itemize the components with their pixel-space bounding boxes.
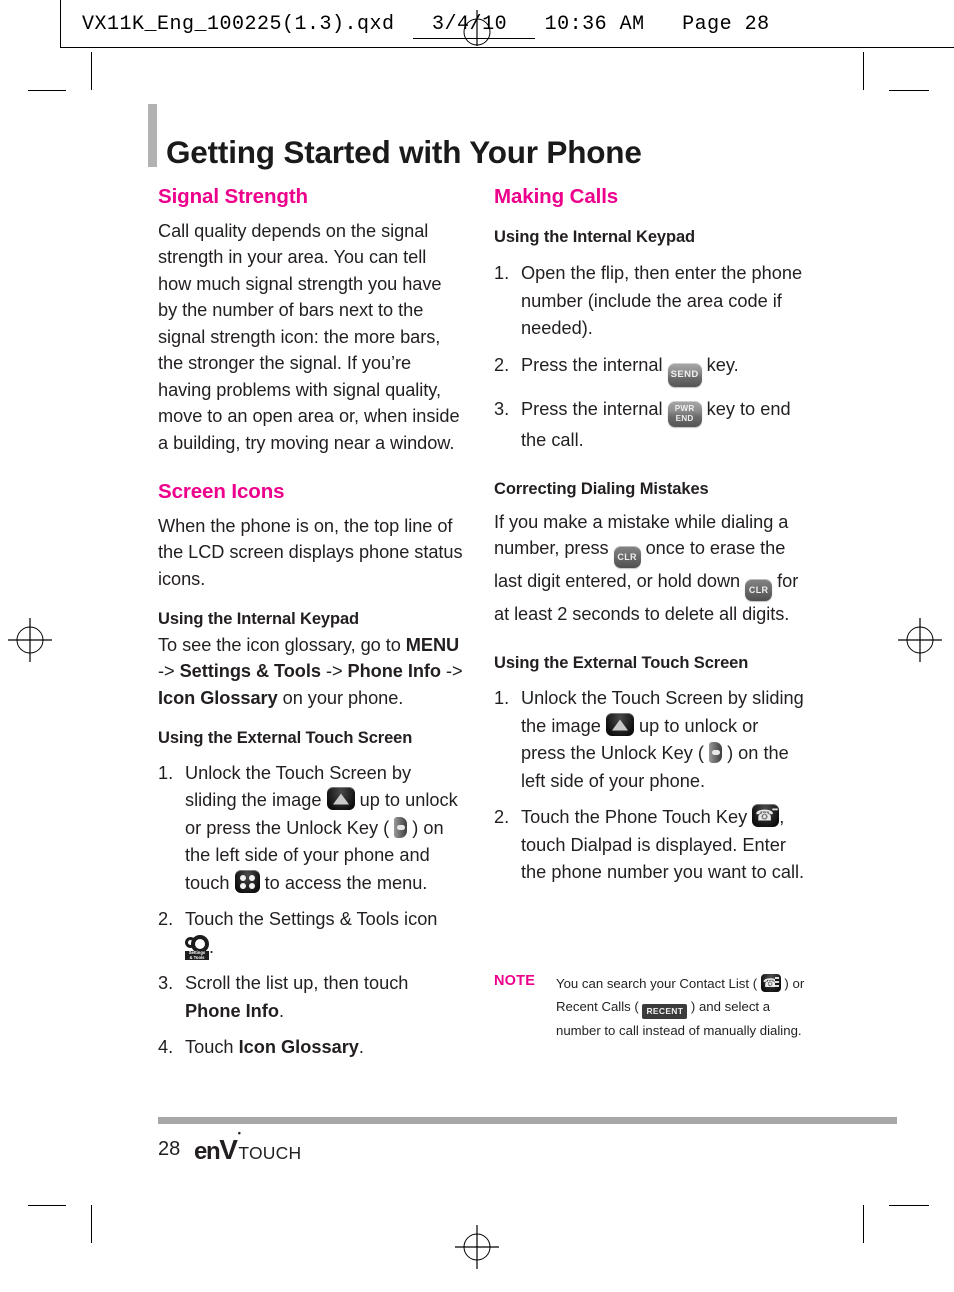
phone-touch-key-icon	[752, 804, 780, 828]
step-bold-phone-info: Phone Info	[185, 1000, 279, 1021]
list-item: 1. Unlock the Touch Screen by sliding the…	[158, 760, 463, 898]
unlock-slider-icon	[605, 712, 634, 736]
internal-keypad-path-text: To see the icon glossary, go to MENU -> …	[158, 632, 463, 712]
path-arrow-2: ->	[320, 661, 348, 682]
manual-page: Getting Started with Your Phone Signal S…	[0, 0, 954, 1292]
path-icon-glossary: Icon Glossary	[158, 687, 278, 708]
step-text-part-2: .	[278, 1000, 285, 1021]
right-column: Making Calls Using the Internal Keypad 1…	[494, 185, 806, 887]
list-item: 3. Press the internal PWR END key to end t…	[494, 396, 806, 455]
footer-rule	[158, 1117, 897, 1124]
subheading-external-touch-left: Using the External Touch Screen	[158, 729, 413, 748]
correcting-dialing-body: If you make a mistake while dialing a nu…	[494, 509, 806, 628]
step-text-part-1: Press the internal	[521, 354, 668, 375]
list-item: 3. Scroll the list up, then touch Phone I…	[158, 970, 463, 1025]
step-text-part-2: .	[358, 1037, 364, 1058]
pwr-end-key-label-top: PWR	[674, 403, 695, 413]
unlock-key-icon	[394, 816, 408, 838]
section-heading-signal-strength: Signal Strength	[158, 185, 308, 208]
path-arrow-1: ->	[158, 661, 180, 682]
step-number: 1.	[158, 762, 174, 783]
step-text-part-2: .	[209, 936, 215, 957]
unlock-slider-icon	[326, 787, 355, 811]
right-external-touch-steps-list: 1. Unlock the Touch Screen by sliding the…	[494, 685, 806, 887]
left-steps-list: 1. Unlock the Touch Screen by sliding the…	[158, 760, 463, 1062]
step-text-part-1: Scroll the list up, then touch	[185, 973, 409, 994]
page-title-accent-bar	[148, 104, 157, 167]
step-number: 4.	[158, 1037, 174, 1058]
page-number: 28	[158, 1138, 181, 1160]
note-block: NOTE You can search your Contact List ( …	[494, 972, 814, 1042]
path-menu: MENU	[405, 634, 460, 655]
subheading-external-touch-right: Using the External Touch Screen	[494, 653, 749, 672]
step-text-part-1: Touch the Settings & Tools icon	[185, 909, 438, 930]
step-text-part-1: Touch the Phone Touch Key	[521, 807, 753, 828]
step-text-part-1: Touch	[185, 1037, 239, 1058]
pwr-end-key-icon: PWR END	[667, 400, 702, 427]
list-item: 2. Press the internal SEND key.	[494, 352, 806, 387]
list-item: 2. Touch the Settings & Tools icon Settin…	[158, 906, 463, 961]
signal-strength-body: Call quality depends on the signal stren…	[158, 220, 460, 453]
list-item: 1. Open the flip, then enter the phone nu…	[494, 260, 806, 343]
logo-en-text: en	[194, 1138, 221, 1165]
path-settings-tools: Settings & Tools	[179, 661, 321, 682]
note-label: NOTE	[494, 973, 536, 989]
contact-list-icon	[760, 974, 781, 992]
subheading-internal-keypad-right: Using the Internal Keypad	[494, 227, 696, 246]
making-calls-steps-list: 1. Open the flip, then enter the phone nu…	[494, 260, 806, 454]
step-number: 3.	[494, 398, 510, 419]
clr-key-icon-2: CLR	[745, 579, 773, 602]
unlock-key-icon	[709, 742, 723, 764]
step-number: 2.	[158, 909, 174, 930]
send-key-icon: SEND	[667, 362, 702, 387]
step-text-part-1: Open the flip, then enter the phone numb…	[521, 263, 803, 339]
env-touch-logo: enVTOUCH	[194, 1128, 302, 1166]
list-item: 1. Unlock the Touch Screen by sliding the…	[494, 685, 806, 795]
step-text-part-4: to access the menu.	[259, 872, 428, 893]
step-number: 1.	[494, 688, 510, 709]
logo-v-text: V	[219, 1128, 240, 1166]
left-column: Signal Strength Call quality depends on …	[158, 185, 463, 1062]
path-phone-info: Phone Info	[347, 661, 442, 682]
step-number: 2.	[494, 354, 510, 375]
path-arrow-3: ->	[441, 661, 463, 682]
step-number: 2.	[494, 807, 510, 828]
note-body: You can search your Contact List ( ) or …	[494, 972, 814, 1042]
settings-tools-icon: Settings & Tools	[185, 933, 209, 960]
page-title: Getting Started with Your Phone	[166, 134, 642, 171]
subheading-correcting-dialing-mistakes: Correcting Dialing Mistakes	[494, 480, 709, 499]
step-text-part-1: Press the internal	[521, 398, 668, 419]
recent-calls-icon: RECENT	[642, 1004, 688, 1019]
menu-grid-icon	[234, 869, 260, 893]
step-number: 3.	[158, 973, 174, 994]
step-number: 1.	[494, 263, 510, 284]
path-intro: To see the icon glossary, go to	[158, 634, 406, 655]
section-heading-making-calls: Making Calls	[494, 185, 619, 208]
step-text-part-2: key.	[701, 354, 739, 375]
logo-touch-text: TOUCH	[238, 1143, 302, 1163]
section-heading-screen-icons: Screen Icons	[158, 480, 285, 504]
clr-key-icon: CLR	[613, 546, 641, 569]
list-item: 4. Touch Icon Glossary.	[158, 1034, 463, 1062]
path-outro: on your phone.	[277, 687, 404, 708]
note-part-1: You can search your Contact List (	[556, 976, 761, 991]
step-bold-icon-glossary: Icon Glossary	[238, 1037, 359, 1058]
screen-icons-body: When the phone is on, the top line of th…	[158, 515, 463, 589]
list-item: 2.Touch the Phone Touch Key , touch Dial…	[494, 804, 806, 887]
subheading-internal-keypad-left: Using the Internal Keypad	[158, 610, 360, 629]
pwr-end-key-label-bottom: END	[675, 413, 694, 423]
